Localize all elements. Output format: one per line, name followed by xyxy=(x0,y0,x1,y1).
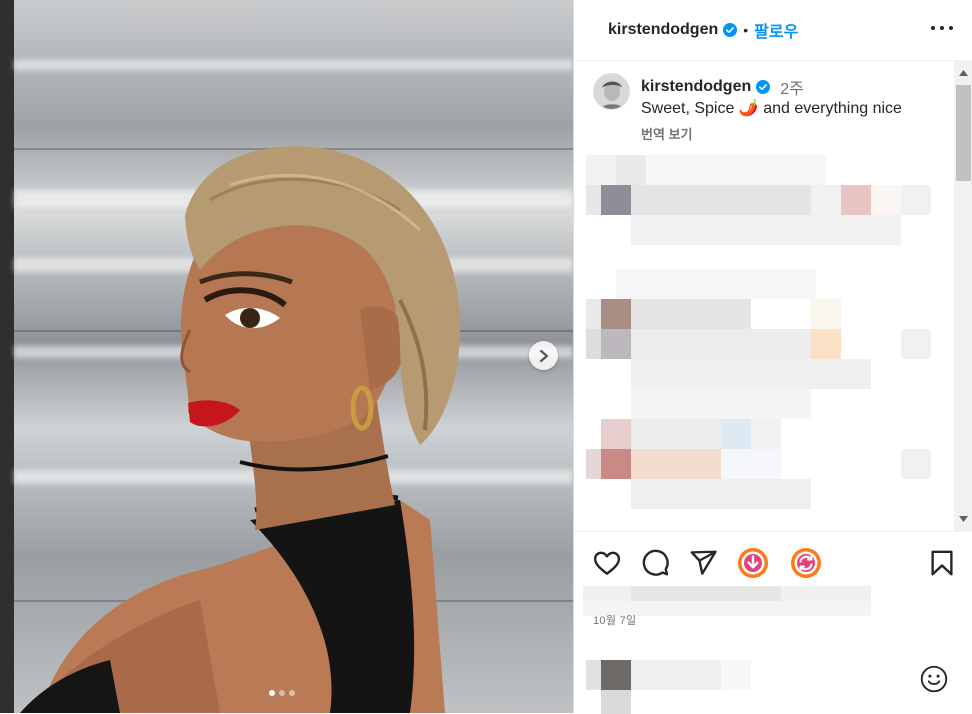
triangle-up-icon xyxy=(959,70,968,76)
caption-header: kirstendodgen 2주 xyxy=(641,75,804,99)
carousel-dot xyxy=(279,690,285,696)
emoji-smile-icon xyxy=(920,665,948,693)
verified-badge-icon xyxy=(723,23,738,37)
translate-link[interactable]: 번역 보기 xyxy=(641,124,692,143)
repost-extension-button[interactable] xyxy=(790,547,822,579)
like-button[interactable] xyxy=(592,548,622,578)
carousel-indicator xyxy=(269,690,295,696)
redacted-comment-input xyxy=(586,660,751,714)
post-photo[interactable] xyxy=(0,0,573,713)
comment-button[interactable] xyxy=(640,548,670,578)
comments-scrollbar[interactable] xyxy=(954,61,972,531)
share-button[interactable] xyxy=(688,548,718,578)
download-extension-icon xyxy=(738,548,768,578)
more-options-icon xyxy=(931,26,935,30)
repost-extension-icon xyxy=(791,548,821,578)
more-options-icon-dot xyxy=(949,26,953,30)
redacted-comment xyxy=(586,419,931,509)
post-detail-panel: kirstendodgen • 팔로우 kirstendodgen 2주 Swe… xyxy=(573,0,972,714)
verified-badge-icon xyxy=(756,80,771,94)
carousel-dot xyxy=(289,690,295,696)
scrollbar-thumb[interactable] xyxy=(956,85,971,181)
save-button[interactable] xyxy=(927,548,957,578)
header-username[interactable]: kirstendodgen xyxy=(608,21,718,39)
triangle-down-icon xyxy=(959,516,968,522)
redacted-comment xyxy=(586,299,931,419)
follow-button[interactable]: 팔로우 xyxy=(754,18,798,42)
post-actions: 10월 7일 xyxy=(574,531,972,714)
emoji-button[interactable] xyxy=(920,665,948,693)
scroll-down-button[interactable] xyxy=(954,507,972,531)
carousel-dot-active xyxy=(269,690,275,696)
comments-list[interactable]: kirstendodgen 2주 Sweet, Spice 🌶️ and eve… xyxy=(574,61,954,531)
post-header: kirstendodgen • 팔로우 xyxy=(574,0,972,61)
header-separator: • xyxy=(743,22,749,38)
post-date[interactable]: 10월 7일 xyxy=(593,612,636,628)
redacted-comment xyxy=(616,269,816,299)
comment-bubble-icon xyxy=(642,549,669,576)
chevron-right-icon xyxy=(539,349,548,362)
more-options-button[interactable] xyxy=(931,18,953,38)
download-extension-button[interactable] xyxy=(737,547,769,579)
portrait-illustration xyxy=(20,146,461,713)
caption-username[interactable]: kirstendodgen xyxy=(641,78,751,96)
bookmark-icon xyxy=(931,550,953,576)
caption-text: Sweet, Spice 🌶️ and everything nice xyxy=(641,100,902,117)
redacted-comment xyxy=(586,155,931,245)
caption-avatar[interactable] xyxy=(593,73,630,110)
header-user: kirstendodgen • 팔로우 xyxy=(608,18,798,42)
scroll-up-button[interactable] xyxy=(954,61,972,85)
avatar-photo xyxy=(594,74,629,109)
more-options-icon-dot xyxy=(940,26,944,30)
carousel-next-button[interactable] xyxy=(529,341,558,370)
caption-timestamp[interactable]: 2주 xyxy=(780,75,804,99)
paper-plane-icon xyxy=(690,550,717,575)
heart-icon xyxy=(593,551,621,575)
